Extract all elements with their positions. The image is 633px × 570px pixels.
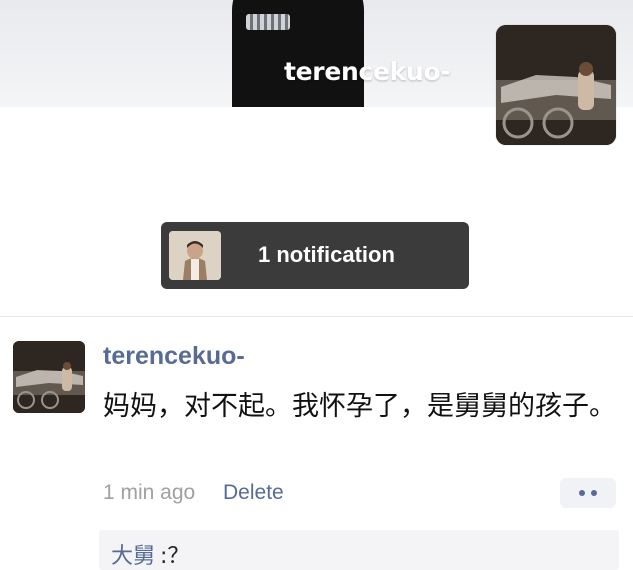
notification-avatar xyxy=(169,231,221,280)
comment-text: :？ xyxy=(160,544,190,569)
more-options-button[interactable] xyxy=(560,478,616,508)
profile-avatar[interactable] xyxy=(496,25,616,145)
post-timestamp: 1 min ago xyxy=(103,481,196,504)
notification-text: 1 notification xyxy=(258,242,395,267)
post-text: 妈妈，对不起。我怀孕了，是舅舅的孩子。 xyxy=(103,391,616,422)
comments-box: 大舅 :？ xyxy=(99,530,619,570)
cover-username: terencekuo- xyxy=(284,57,451,86)
profile-avatar-image xyxy=(496,25,616,145)
post-author-name[interactable]: terencekuo- xyxy=(103,342,245,371)
comment-author[interactable]: 大舅 xyxy=(111,538,155,570)
delete-link[interactable]: Delete xyxy=(223,481,284,505)
notification-banner[interactable]: 1 notification xyxy=(161,222,469,289)
post-author-avatar[interactable] xyxy=(13,341,85,413)
cover-photo-belt xyxy=(246,14,290,30)
more-dot-icon xyxy=(579,490,585,496)
more-dot-icon xyxy=(591,490,597,496)
section-divider xyxy=(0,316,633,317)
